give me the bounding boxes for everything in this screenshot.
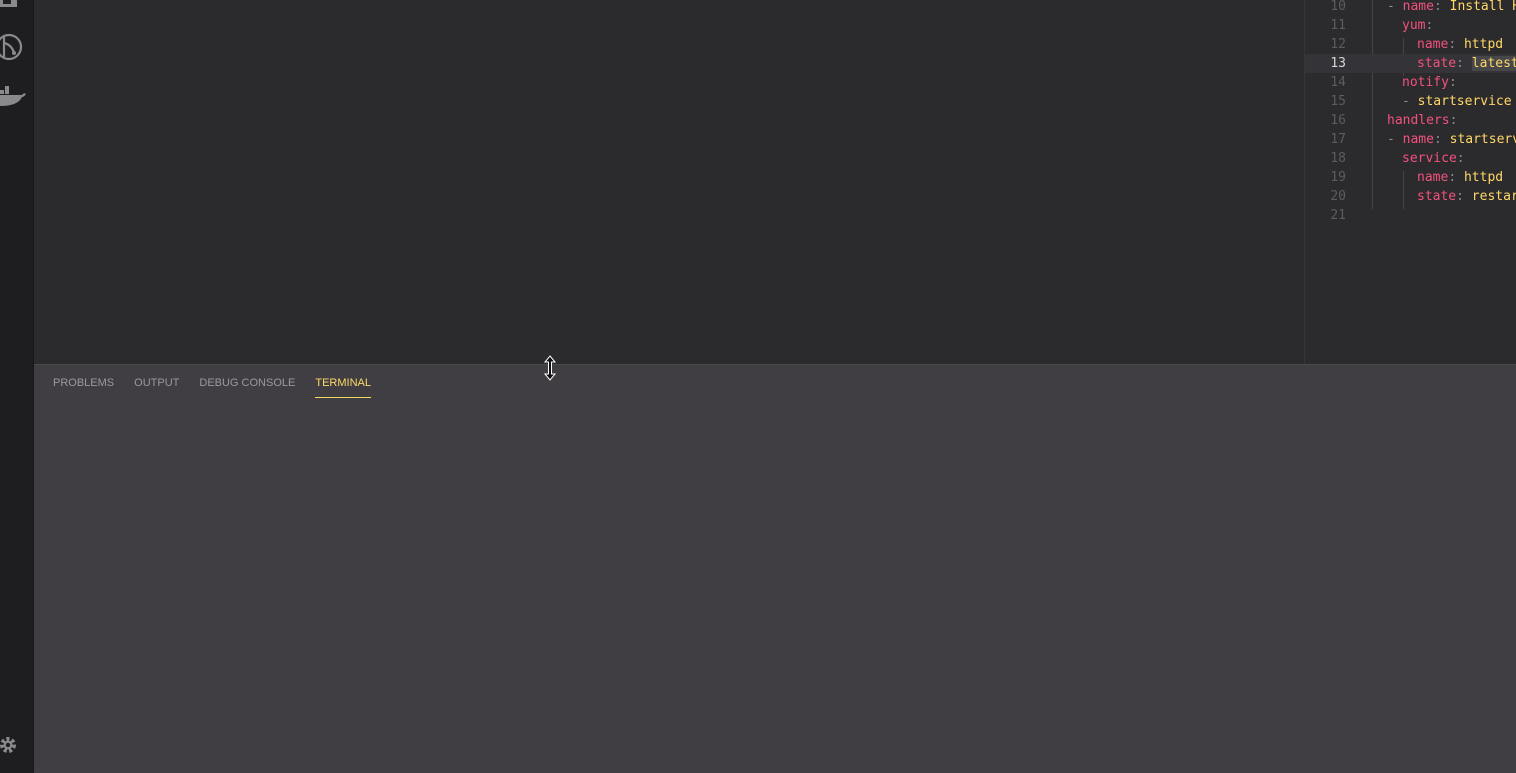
code-token: restar	[1471, 189, 1516, 204]
code-line[interactable]: 11 yum:	[1305, 16, 1516, 35]
code-token: Install H	[1449, 0, 1516, 14]
code-token: :	[1448, 170, 1464, 185]
tab-problems[interactable]: PROBLEMS	[53, 376, 114, 398]
code-token: name	[1417, 170, 1449, 185]
explorer-icon[interactable]	[0, 0, 33, 10]
code-token: notify	[1402, 75, 1449, 90]
code-token: -	[1387, 0, 1403, 14]
code-token: yum	[1402, 18, 1426, 33]
code-text: - name: Install H	[1387, 0, 1516, 16]
code-line[interactable]: 15 - startservice	[1305, 92, 1516, 111]
code-token: startserv	[1449, 132, 1516, 147]
code-token: httpd	[1463, 37, 1504, 52]
code-text: handlers:	[1387, 111, 1457, 130]
code-line[interactable]: 10 - name: Install H	[1305, 0, 1516, 16]
line-number: 15	[1330, 94, 1346, 109]
editor-group-right[interactable]: 10- name: Install H 11 yum: 12 name: httpd 13…	[1305, 0, 1516, 364]
code-token: :	[1448, 37, 1464, 52]
code-token: service	[1402, 151, 1457, 166]
git-icon[interactable]	[0, 33, 33, 61]
code-token: handlers	[1387, 113, 1450, 128]
line-number: 13	[1330, 56, 1346, 71]
line-number: 21	[1330, 208, 1346, 223]
code-token: latest	[1471, 56, 1516, 71]
code-line[interactable]: 21	[1305, 206, 1516, 225]
code-line[interactable]: 17 - name: startserv	[1305, 130, 1516, 149]
code-text: service:	[1402, 149, 1465, 168]
code-line[interactable]: 20 state: restar	[1305, 187, 1516, 206]
code-token: :	[1433, 0, 1450, 14]
code-token: -	[1402, 94, 1418, 109]
terminal-area[interactable]	[34, 405, 1516, 773]
code-line[interactable]: 19 name: httpd	[1305, 168, 1516, 187]
line-number: 19	[1330, 170, 1346, 185]
tab-debug-console[interactable]: DEBUG CONSOLE	[199, 376, 295, 398]
code-line[interactable]: 12 name: httpd	[1305, 35, 1516, 54]
code-token: :	[1448, 75, 1457, 90]
editor-area: 10- name: Install H 11 yum: 12 name: httpd 13…	[34, 0, 1516, 364]
code-text: name: httpd	[1417, 35, 1503, 54]
code-token: :	[1456, 189, 1472, 204]
code-text: state: restar	[1417, 187, 1516, 206]
gear-icon[interactable]	[0, 735, 33, 755]
code-token: name	[1417, 37, 1449, 52]
code-token: httpd	[1463, 170, 1504, 185]
line-number: 14	[1330, 75, 1346, 90]
code-token: :	[1456, 151, 1465, 166]
code-line[interactable]: 14 notify:	[1305, 73, 1516, 92]
bottom-panel: PROBLEMS OUTPUT DEBUG CONSOLE TERMINAL	[34, 364, 1516, 773]
tab-terminal[interactable]: TERMINAL	[315, 376, 371, 398]
code-token: :	[1456, 56, 1472, 71]
line-number: 17	[1330, 132, 1346, 147]
line-number: 20	[1330, 189, 1346, 204]
line-number: 10	[1330, 0, 1346, 14]
code-token: :	[1449, 113, 1458, 128]
activity-bar	[0, 0, 34, 772]
line-number: 18	[1330, 151, 1346, 166]
line-number: 12	[1330, 37, 1346, 52]
code-token: state	[1417, 189, 1457, 204]
panel-tabs: PROBLEMS OUTPUT DEBUG CONSOLE TERMINAL	[53, 376, 391, 398]
code-token: state	[1417, 56, 1457, 71]
code-token: name	[1402, 132, 1434, 147]
code-line[interactable]: 13 state: latest	[1305, 54, 1516, 73]
code-text: yum:	[1402, 16, 1433, 35]
code-line[interactable]: 18 service:	[1305, 149, 1516, 168]
tab-output[interactable]: OUTPUT	[134, 376, 179, 398]
code-text: - name: startserv	[1387, 130, 1516, 149]
code-token: :	[1425, 18, 1434, 33]
docker-icon[interactable]	[0, 86, 33, 108]
code-text: state: latest	[1417, 54, 1516, 73]
line-number: 16	[1330, 113, 1346, 128]
editor-group-left[interactable]	[34, 0, 1304, 364]
code-token: startservice	[1417, 94, 1512, 109]
code-token: name	[1402, 0, 1434, 14]
line-number: 11	[1330, 18, 1346, 33]
resize-cursor-icon	[543, 355, 557, 385]
code-text: notify:	[1402, 73, 1457, 92]
code-token: -	[1387, 132, 1403, 147]
code-token: :	[1433, 132, 1450, 147]
code-text: - startservice	[1402, 92, 1512, 111]
code-text: name: httpd	[1417, 168, 1503, 187]
code-line[interactable]: 16 handlers:	[1305, 111, 1516, 130]
